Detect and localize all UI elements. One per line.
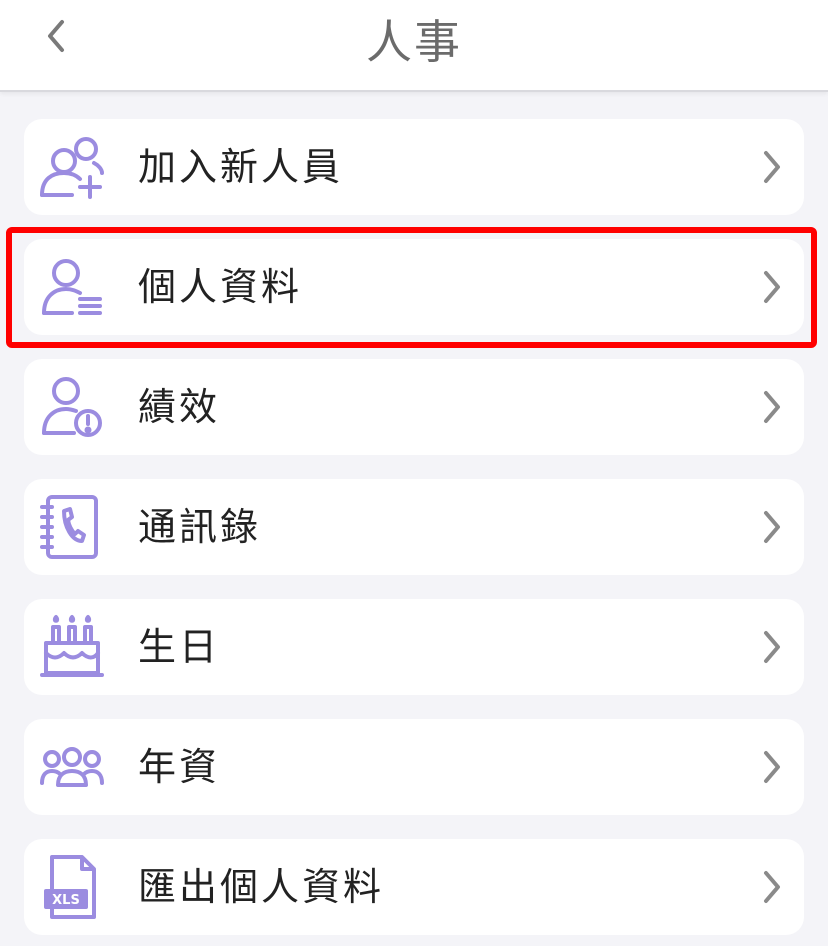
menu-item-add-member[interactable]: 加入新人員	[24, 119, 804, 215]
menu-item-label: 匯出個人資料	[138, 865, 385, 909]
menu-item-personal-info[interactable]: 個人資料	[24, 239, 804, 335]
menu-item-label: 績效	[138, 385, 221, 429]
xls-file-icon: XLS	[38, 853, 106, 921]
menu-item-seniority[interactable]: 年資	[24, 719, 804, 815]
add-person-icon	[38, 133, 106, 201]
menu-item-birthday[interactable]: 生日	[24, 599, 804, 695]
chevron-right-icon	[764, 631, 780, 663]
menu-item-label: 加入新人員	[138, 145, 344, 189]
menu-item-contacts[interactable]: 通訊錄	[24, 479, 804, 575]
birthday-cake-icon	[38, 613, 106, 681]
menu-item-label: 個人資料	[138, 265, 303, 309]
chevron-right-icon	[764, 871, 780, 903]
page-title: 人事	[366, 15, 462, 69]
chevron-right-icon	[764, 391, 780, 423]
top-bar: 人事	[0, 0, 828, 92]
group-icon	[38, 733, 106, 801]
phonebook-icon	[38, 493, 106, 561]
chevron-right-icon	[764, 751, 780, 783]
person-alert-icon	[38, 373, 106, 441]
chevron-right-icon	[764, 271, 780, 303]
menu-item-label: 生日	[138, 625, 221, 669]
menu-item-export-personal-data[interactable]: XLS 匯出個人資料	[24, 839, 804, 935]
person-list-icon	[38, 253, 106, 321]
xls-badge-text: XLS	[52, 893, 80, 908]
menu-item-label: 通訊錄	[138, 505, 262, 549]
chevron-right-icon	[764, 511, 780, 543]
menu-item-performance[interactable]: 績效	[24, 359, 804, 455]
chevron-right-icon	[764, 151, 780, 183]
menu-item-label: 年資	[138, 745, 221, 789]
